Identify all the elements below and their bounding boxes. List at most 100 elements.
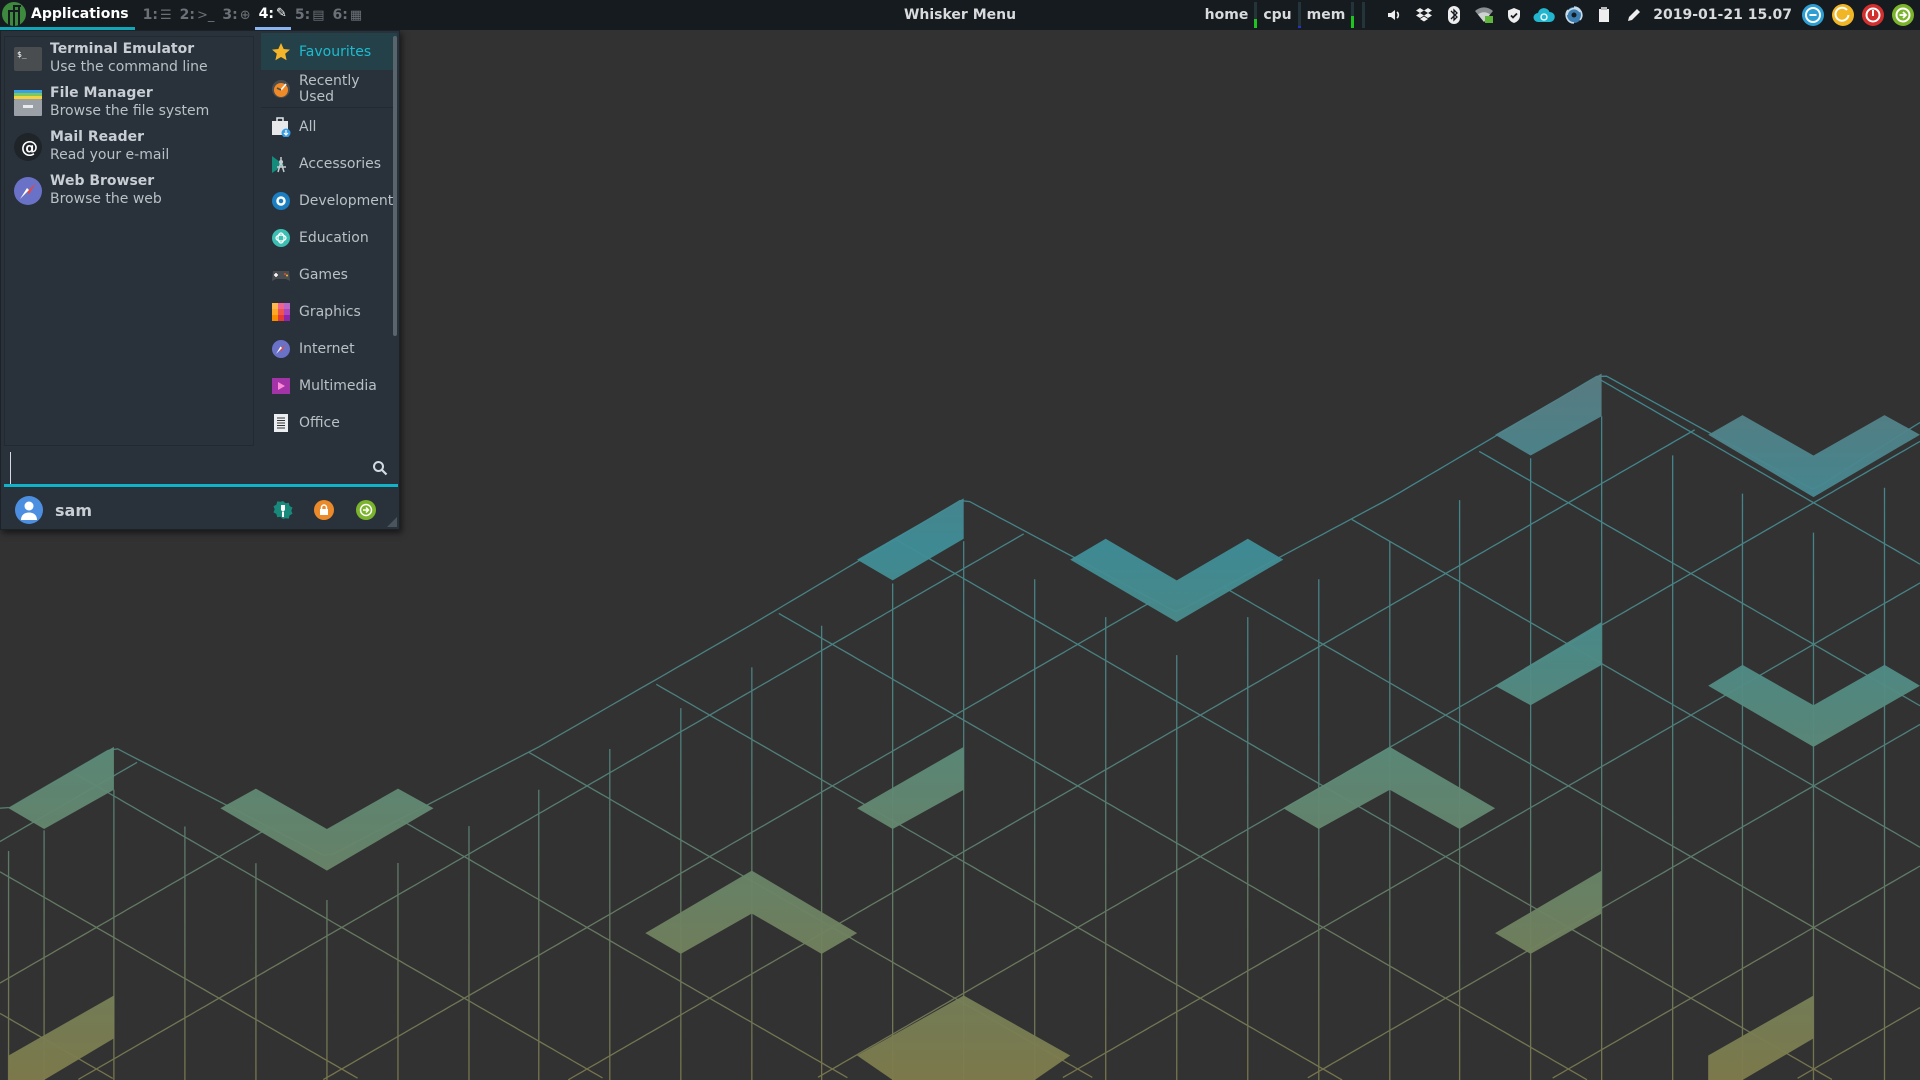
development-icon — [271, 191, 291, 211]
logout-arrow-icon — [359, 503, 373, 517]
category-label: Office — [299, 414, 340, 431]
globe-icon: ⊕ — [239, 7, 251, 23]
wallpaper-chevron — [857, 995, 1071, 1080]
bluetooth-icon[interactable] — [1439, 0, 1469, 30]
star-icon — [271, 42, 291, 62]
favourite-name: Web Browser — [50, 173, 155, 189]
category-scrollbar[interactable] — [393, 36, 397, 446]
file-manager-icon — [14, 89, 42, 117]
favourite-name: Mail Reader — [50, 129, 144, 145]
workspace-number: 1: — [142, 7, 158, 23]
category-label: Recently Used — [299, 72, 360, 105]
favourite-item[interactable]: Web Browser Browse the web — [5, 169, 253, 213]
favourite-description: Browse the web — [50, 191, 162, 207]
workspace-1[interactable]: 1: ☰ — [139, 0, 176, 30]
lock-icon — [320, 504, 328, 515]
category-education[interactable]: Education — [261, 219, 397, 256]
steam-icon[interactable] — [1559, 0, 1589, 30]
category-label: All — [299, 118, 317, 135]
restart-button[interactable] — [1832, 4, 1854, 26]
wifi-icon[interactable] — [1469, 0, 1499, 30]
category-multimedia[interactable]: Multimedia — [261, 367, 397, 404]
user-name: sam — [55, 500, 92, 520]
search-bar — [4, 451, 398, 487]
all-applications-icon — [271, 116, 291, 137]
log-out-button[interactable] — [356, 500, 376, 520]
wallpaper-chevron — [220, 788, 434, 871]
wallpaper-line — [1062, 582, 1920, 1079]
category-label: Accessories — [299, 155, 382, 172]
category-graphics[interactable]: Graphics — [261, 293, 397, 330]
settings-manager-button[interactable] — [273, 500, 293, 520]
workspace-6[interactable]: 6: ▦ — [329, 0, 367, 30]
favourite-item[interactable]: @ Mail Reader Read your e-mail — [5, 125, 253, 169]
favourite-item[interactable]: $_ Terminal Emulator Use the command lin… — [5, 37, 253, 81]
category-development[interactable]: Development — [261, 182, 397, 219]
resize-grip[interactable] — [387, 517, 397, 527]
shutdown-button[interactable] — [1862, 4, 1884, 26]
search-icon[interactable] — [368, 456, 392, 480]
applications-menu-button[interactable]: Applications — [0, 0, 135, 30]
terminal-icon: $_ — [14, 45, 42, 73]
document-icon: ▤ — [312, 7, 325, 23]
clock[interactable]: 2019-01-21 15.07 — [1649, 7, 1798, 23]
monitor-home[interactable]: home — [1201, 2, 1260, 28]
wallpaper-chevron — [1495, 622, 1602, 706]
svg-text:$_: $_ — [17, 50, 27, 59]
category-office[interactable]: Office — [261, 404, 397, 441]
category-scrollbar-thumb[interactable] — [393, 36, 397, 336]
category-all[interactable]: All — [261, 108, 397, 145]
category-recently-used[interactable]: Recently Used — [261, 70, 397, 107]
wallpaper-chevron — [1708, 995, 1814, 1080]
wallpaper-line — [73, 772, 603, 1079]
wallpaper-chevron — [857, 746, 964, 829]
wallpaper-chevron — [1495, 870, 1602, 954]
workspace-5[interactable]: 5: ▤ — [291, 0, 329, 30]
workspace-4[interactable]: 4: ✎ — [254, 0, 291, 30]
workspace-3[interactable]: 3: ⊕ — [218, 0, 254, 30]
svg-text:@: @ — [21, 138, 38, 158]
web-browser-icon — [14, 177, 42, 205]
category-label: Graphics — [299, 303, 361, 320]
cloud-sync-icon[interactable] — [1529, 0, 1559, 30]
shield-icon[interactable] — [1499, 0, 1529, 30]
wallpaper-line — [567, 429, 1696, 1080]
dropbox-icon[interactable] — [1409, 0, 1439, 30]
clipboard-icon[interactable] — [1589, 0, 1619, 30]
favourite-name: Terminal Emulator — [50, 41, 195, 57]
mail-reader-icon: @ — [14, 133, 42, 161]
user-avatar-icon[interactable] — [15, 496, 43, 524]
minimize-all-button[interactable] — [1802, 4, 1824, 26]
volume-icon[interactable] — [1379, 0, 1409, 30]
pencil-icon[interactable] — [1619, 0, 1649, 30]
favourite-name: File Manager — [50, 85, 153, 101]
manjaro-logo-icon — [2, 1, 26, 26]
workspace-switcher: 1: ☰ 2: >_ 3: ⊕ 4: ✎ 5: ▤ 6: ▦ — [139, 0, 367, 30]
lock-screen-button[interactable] — [314, 500, 334, 520]
monitor-label: mem — [1306, 7, 1346, 23]
category-label: Internet — [299, 340, 355, 357]
monitor-mem[interactable]: mem — [1303, 2, 1357, 28]
workspace-number: 4: — [258, 5, 274, 22]
recently-used-clock-icon — [271, 79, 291, 99]
category-favourites[interactable]: Favourites — [261, 33, 397, 70]
terminal-prompt-icon: >_ — [196, 7, 215, 23]
office-document-icon — [271, 413, 291, 433]
category-games[interactable]: Games — [261, 256, 397, 293]
logout-button[interactable] — [1892, 4, 1914, 26]
category-accessories[interactable]: Accessories — [261, 145, 397, 182]
education-icon — [271, 228, 291, 248]
wallpaper-chevron — [1708, 415, 1920, 498]
monitor-bar — [1351, 2, 1355, 28]
search-input[interactable] — [10, 451, 368, 484]
workspace-number: 2: — [179, 7, 195, 23]
favourite-item[interactable]: File Manager Browse the file system — [5, 81, 253, 125]
wallpaper-line — [322, 601, 1152, 1080]
monitor-cpu[interactable]: cpu — [1259, 2, 1302, 28]
workspace-2[interactable]: 2: >_ — [176, 0, 219, 30]
wallpaper-chevron — [1495, 373, 1602, 456]
wallpaper-chevron — [8, 746, 114, 829]
category-internet[interactable]: Internet — [261, 330, 397, 367]
category-label: Games — [299, 266, 348, 283]
category-label: Development — [299, 192, 394, 209]
